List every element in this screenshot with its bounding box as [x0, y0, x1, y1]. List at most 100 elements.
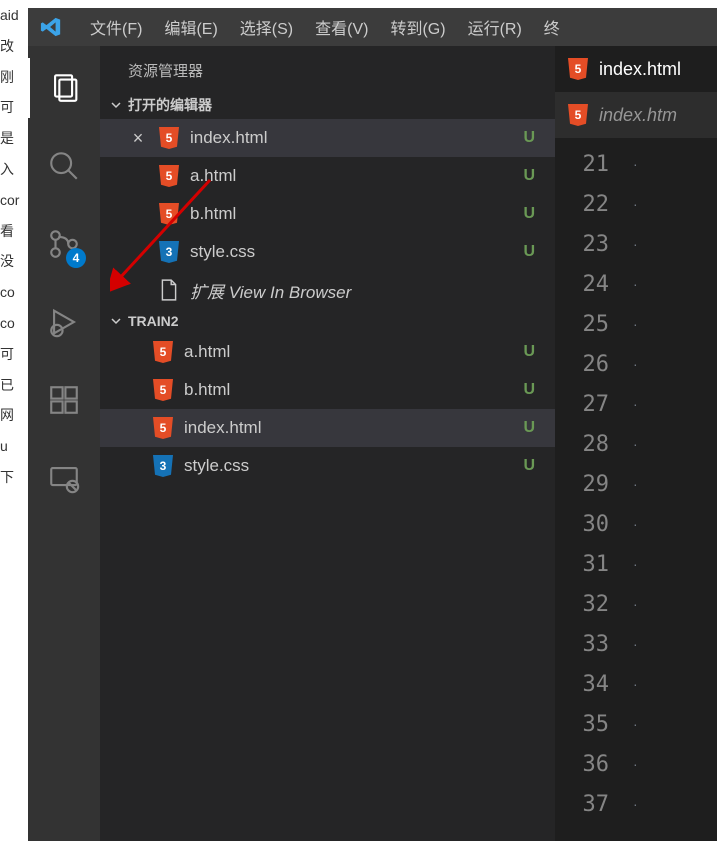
sidebar-title: 资源管理器	[100, 46, 555, 91]
line-number: 26	[555, 352, 627, 377]
editor-line[interactable]: 25·	[555, 304, 717, 344]
editor-line[interactable]: 37·	[555, 784, 717, 824]
activity-search[interactable]	[28, 136, 100, 196]
project-files-list: 5a.htmlU5b.htmlU5index.htmlU3style.cssU	[100, 333, 555, 485]
editor-tab[interactable]: 5 index.html	[555, 46, 717, 92]
menu-item[interactable]: 文件(F)	[80, 9, 152, 45]
menu-item[interactable]: 转到(G)	[380, 9, 455, 45]
editor-line[interactable]: 34·	[555, 664, 717, 704]
file-name: index.html	[190, 128, 513, 148]
editor-line[interactable]: 22·	[555, 184, 717, 224]
explorer-sidebar: 资源管理器 打开的编辑器 × 5 index.html U 5 a.html U 5 b.htm…	[100, 46, 555, 841]
html5-icon: 5	[158, 203, 180, 225]
line-number: 21	[555, 152, 627, 177]
activity-bar: 4	[28, 46, 100, 841]
editor-line[interactable]: 31·	[555, 544, 717, 584]
editor-line[interactable]: 35·	[555, 704, 717, 744]
editor-line[interactable]: 27·	[555, 384, 717, 424]
line-number: 37	[555, 792, 627, 817]
line-number: 33	[555, 632, 627, 657]
editor-line[interactable]: 36·	[555, 744, 717, 784]
file-name: 扩展 View In Browser	[190, 278, 535, 303]
file-row[interactable]: × 5 index.html U	[100, 119, 555, 157]
editor-tab[interactable]: 5index.htm	[555, 92, 717, 138]
html5-icon: 5	[152, 417, 174, 439]
file-name: b.html	[184, 380, 513, 400]
git-status: U	[523, 129, 535, 147]
titlebar: 文件(F)编辑(E)选择(S)查看(V)转到(G)运行(R)终	[28, 8, 717, 46]
file-row[interactable]: 3style.cssU	[100, 447, 555, 485]
file-row[interactable]: 扩展 View In Browser	[100, 271, 555, 309]
line-number: 24	[555, 272, 627, 297]
css3-icon: 3	[152, 455, 174, 477]
activity-extensions[interactable]	[28, 370, 100, 430]
open-editors-header[interactable]: 打开的编辑器	[100, 91, 555, 119]
file-icon	[158, 279, 180, 301]
editor-line[interactable]: 28·	[555, 424, 717, 464]
file-row[interactable]: 5b.htmlU	[100, 371, 555, 409]
editor-line[interactable]: 32·	[555, 584, 717, 624]
file-row[interactable]: 5a.htmlU	[100, 333, 555, 371]
git-status: U	[523, 343, 535, 361]
project-header[interactable]: TRAIN2	[100, 309, 555, 333]
tab-label: index.html	[599, 59, 705, 80]
editor-gutter[interactable]: 21·22·23·24·25·26·27·28·29·30·31·32·33·3…	[555, 138, 717, 841]
open-editors-label: 打开的编辑器	[128, 95, 212, 115]
file-name: style.css	[184, 456, 513, 476]
html5-icon: 5	[158, 165, 180, 187]
activity-run-debug[interactable]	[28, 292, 100, 352]
editor-line[interactable]: 33·	[555, 624, 717, 664]
activity-source-control[interactable]: 4	[28, 214, 100, 274]
line-number: 29	[555, 472, 627, 497]
menu-item[interactable]: 编辑(E)	[154, 9, 227, 45]
editor-area: 5 index.html 5index.htm 21·22·23·24·25·26·…	[555, 46, 717, 841]
editor-line[interactable]: 29·	[555, 464, 717, 504]
activity-remote[interactable]	[28, 448, 100, 508]
line-number: 25	[555, 312, 627, 337]
file-name: index.html	[184, 418, 513, 438]
line-number: 31	[555, 552, 627, 577]
file-row[interactable]: 5 b.html U	[100, 195, 555, 233]
html5-icon: 5	[567, 104, 589, 126]
file-row[interactable]: 3style.cssU	[100, 233, 555, 271]
menu-item[interactable]: 终	[534, 9, 570, 45]
line-number: 35	[555, 712, 627, 737]
file-row[interactable]: 5 a.html U	[100, 157, 555, 195]
editor-line[interactable]: 30·	[555, 504, 717, 544]
git-status: U	[523, 243, 535, 261]
close-icon[interactable]: ×	[128, 128, 148, 149]
editor-line[interactable]: 23·	[555, 224, 717, 264]
vscode-window: 文件(F)编辑(E)选择(S)查看(V)转到(G)运行(R)终 4	[28, 8, 717, 841]
line-number: 34	[555, 672, 627, 697]
file-name: style.css	[190, 242, 513, 262]
html5-icon: 5	[567, 58, 589, 80]
activity-explorer[interactable]	[28, 58, 100, 118]
line-number: 32	[555, 592, 627, 617]
html5-icon: 5	[152, 379, 174, 401]
git-status: U	[523, 205, 535, 223]
line-number: 28	[555, 432, 627, 457]
chevron-down-icon	[108, 97, 124, 113]
vscode-logo-icon	[40, 16, 62, 38]
line-number: 30	[555, 512, 627, 537]
menu-item[interactable]: 运行(R)	[458, 9, 532, 45]
editor-line[interactable]: 26·	[555, 344, 717, 384]
menu-item[interactable]: 查看(V)	[305, 9, 378, 45]
file-name: a.html	[190, 166, 513, 186]
file-name: b.html	[190, 204, 513, 224]
file-name: a.html	[184, 342, 513, 362]
line-number: 36	[555, 752, 627, 777]
scm-badge: 4	[66, 248, 86, 268]
html5-icon: 5	[158, 127, 180, 149]
line-number: 27	[555, 392, 627, 417]
editor-line[interactable]: 24·	[555, 264, 717, 304]
file-row[interactable]: 5 index.html U	[100, 409, 555, 447]
editor-line[interactable]: 21·	[555, 144, 717, 184]
line-number: 22	[555, 192, 627, 217]
git-status: U	[523, 419, 535, 437]
editor-tabs: 5 index.html 5index.htm	[555, 46, 717, 138]
background-page-text: aid改刚可是入cor看没coco可已网u下	[0, 0, 28, 841]
git-status: U	[523, 167, 535, 185]
menu-item[interactable]: 选择(S)	[230, 9, 303, 45]
line-number: 23	[555, 232, 627, 257]
